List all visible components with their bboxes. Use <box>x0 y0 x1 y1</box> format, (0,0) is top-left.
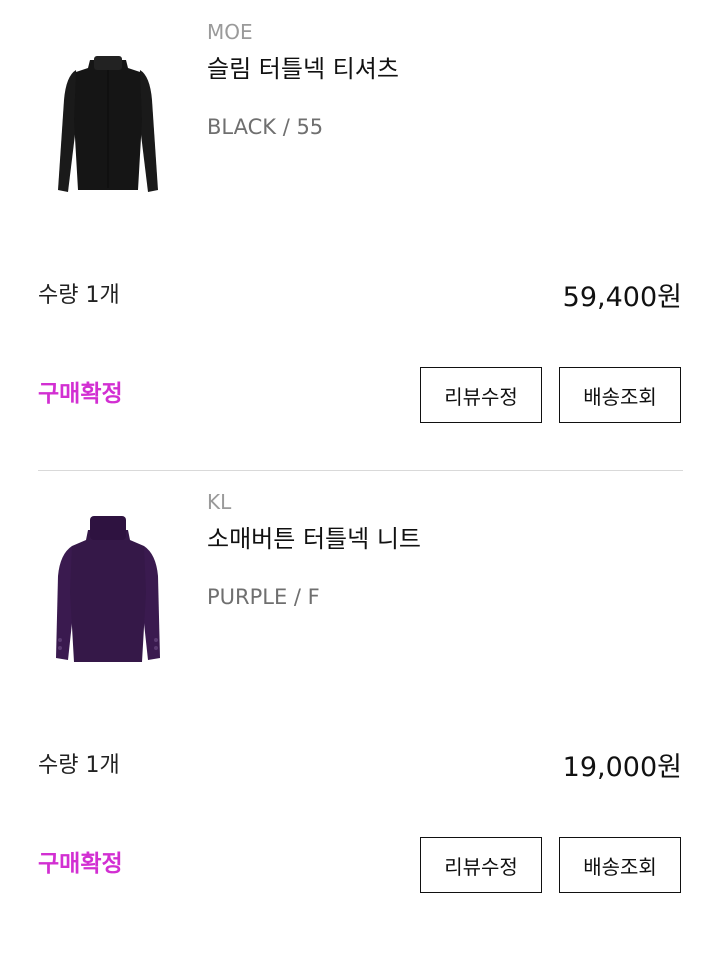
brand-name: KL <box>207 490 232 514</box>
brand-name: MOE <box>207 20 253 44</box>
purchase-confirmed-status: 구매확정 <box>38 381 123 407</box>
product-option: BLACK / 55 <box>207 115 324 139</box>
turtleneck-black-image <box>58 56 158 192</box>
track-delivery-button[interactable]: 배송조회 <box>559 367 681 423</box>
track-delivery-button[interactable]: 배송조회 <box>559 837 681 893</box>
quantity-label: 수량 1개 <box>38 283 120 308</box>
product-image[interactable] <box>38 500 178 680</box>
price-label: 19,000원 <box>562 752 682 783</box>
product-name[interactable]: 슬림 터틀넥 티셔츠 <box>207 54 399 84</box>
product-image[interactable] <box>38 30 178 210</box>
product-option: PURPLE / F <box>207 585 320 609</box>
order-item: MOE 슬림 터틀넥 티셔츠 BLACK / 55 수량 1개 59,400원 … <box>0 0 719 471</box>
purchase-confirmed-status: 구매확정 <box>38 851 123 877</box>
product-name[interactable]: 소매버튼 터틀넥 니트 <box>207 524 421 554</box>
price-label: 59,400원 <box>562 282 682 313</box>
order-item: KL 소매버튼 터틀넥 니트 PURPLE / F 수량 1개 19,000원 … <box>0 470 719 958</box>
quantity-label: 수량 1개 <box>38 753 120 778</box>
edit-review-button[interactable]: 리뷰수정 <box>420 837 542 893</box>
edit-review-button[interactable]: 리뷰수정 <box>420 367 542 423</box>
turtleneck-purple-image <box>56 516 160 662</box>
